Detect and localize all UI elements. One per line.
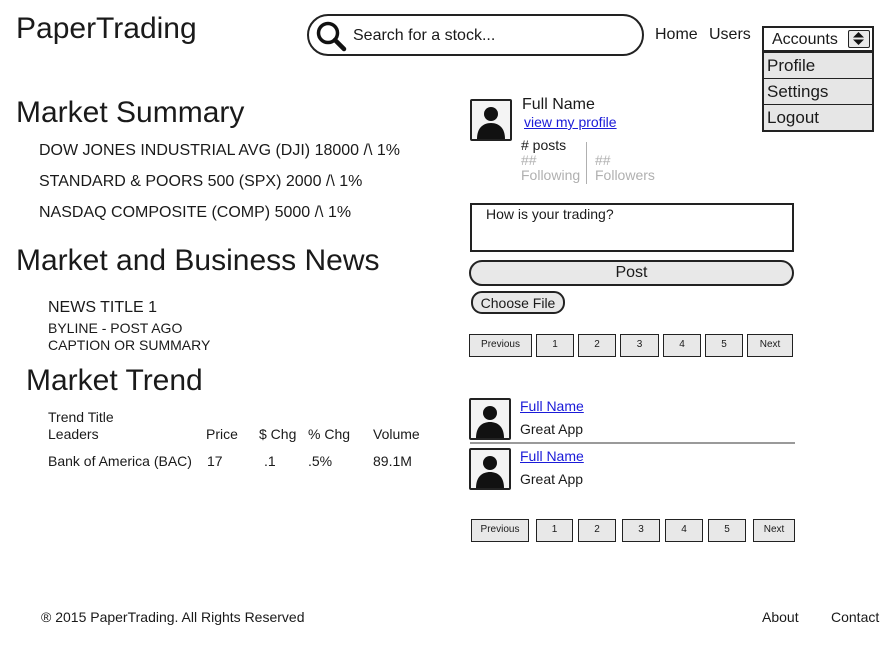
menu-item-profile[interactable]: Profile: [764, 52, 872, 78]
col-header-dollar-chg: $ Chg: [259, 426, 297, 442]
following-count: ##: [521, 152, 537, 168]
pagination-page-2[interactable]: 2: [578, 519, 616, 542]
news-heading: Market and Business News: [16, 244, 380, 277]
feed-author-link[interactable]: Full Name: [520, 398, 584, 414]
pagination-page-1[interactable]: 1: [536, 334, 574, 357]
following-label[interactable]: Following: [521, 167, 580, 183]
news-headline[interactable]: NEWS TITLE 1: [48, 299, 157, 317]
pagination-page-5[interactable]: 5: [708, 519, 746, 542]
col-header-pct-chg: % Chg: [308, 426, 351, 442]
market-trend-heading: Market Trend: [26, 364, 203, 397]
feed-author-link[interactable]: Full Name: [520, 448, 584, 464]
pagination-previous[interactable]: Previous: [471, 519, 529, 542]
brand-logo[interactable]: PaperTrading: [16, 12, 197, 46]
cell-volume: 89.1M: [373, 453, 412, 469]
trend-table-title: Trend Title: [48, 409, 114, 425]
index-dji: DOW JONES INDUSTRIAL AVG (DJI) 18000 /\ …: [39, 142, 400, 159]
index-spx: STANDARD & POORS 500 (SPX) 2000 /\ 1%: [39, 173, 363, 190]
user-silhouette-icon: [476, 456, 504, 488]
cell-price: 17: [207, 453, 223, 469]
avatar[interactable]: [469, 448, 511, 490]
search-box[interactable]: [307, 14, 644, 56]
pagination-page-4[interactable]: 4: [663, 334, 701, 357]
choose-file-button[interactable]: Choose File: [471, 291, 565, 314]
nav-users-link[interactable]: Users: [709, 26, 751, 44]
pagination-page-2[interactable]: 2: [578, 334, 616, 357]
pagination-next[interactable]: Next: [747, 334, 793, 357]
footer-contact-link[interactable]: Contact: [831, 609, 879, 625]
pagination-page-3[interactable]: 3: [622, 519, 660, 542]
pagination-page-1[interactable]: 1: [536, 519, 573, 542]
view-profile-link[interactable]: view my profile: [524, 114, 617, 130]
user-silhouette-icon: [477, 107, 505, 139]
pagination-previous[interactable]: Previous: [469, 334, 532, 357]
news-byline: BYLINE - POST AGO: [48, 320, 183, 336]
feed-message: Great App: [520, 421, 584, 437]
cell-leader: Bank of America (BAC): [48, 453, 192, 469]
footer-copyright: ® 2015 PaperTrading. All Rights Reserved: [41, 609, 305, 625]
pagination-page-5[interactable]: 5: [705, 334, 743, 357]
feed-message: Great App: [520, 471, 584, 487]
search-icon: [315, 20, 347, 52]
cell-pct-chg: .5%: [308, 453, 333, 469]
col-header-leaders: Leaders: [48, 426, 99, 442]
pagination-page-3[interactable]: 3: [620, 334, 659, 357]
post-composer-input[interactable]: [470, 203, 794, 252]
nav-home-link[interactable]: Home: [655, 26, 698, 44]
accounts-menu: Profile Settings Logout: [762, 52, 874, 132]
profile-name: Full Name: [522, 96, 595, 113]
stats-divider: [586, 142, 587, 184]
cell-dollar-chg: .1: [264, 453, 276, 469]
pagination-page-4[interactable]: 4: [665, 519, 703, 542]
accounts-dropdown-label: Accounts: [772, 31, 838, 48]
index-comp: NASDAQ COMPOSITE (COMP) 5000 /\ 1%: [39, 204, 352, 221]
news-caption: CAPTION OR SUMMARY: [48, 337, 211, 353]
avatar[interactable]: [470, 99, 512, 141]
market-summary-heading: Market Summary: [16, 96, 245, 129]
col-header-price: Price: [206, 426, 238, 442]
followers-count: ##: [595, 152, 611, 168]
pagination-next[interactable]: Next: [753, 519, 795, 542]
post-button[interactable]: Post: [469, 260, 794, 286]
footer-about-link[interactable]: About: [762, 609, 799, 625]
accounts-dropdown[interactable]: Accounts: [762, 26, 874, 52]
menu-item-settings[interactable]: Settings: [764, 78, 872, 104]
posts-count: # posts: [521, 137, 567, 153]
user-silhouette-icon: [476, 406, 504, 438]
col-header-volume: Volume: [373, 426, 420, 442]
updown-arrows-icon[interactable]: [848, 30, 870, 48]
followers-label[interactable]: Followers: [595, 167, 655, 183]
search-input[interactable]: [353, 24, 633, 48]
menu-item-logout[interactable]: Logout: [764, 104, 872, 130]
feed-divider: [470, 442, 795, 444]
avatar[interactable]: [469, 398, 511, 440]
